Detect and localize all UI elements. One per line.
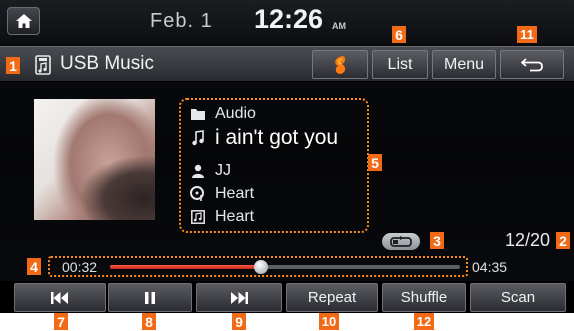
pause-icon — [145, 291, 155, 304]
elapsed-time: 00:32 — [62, 259, 98, 275]
total-time: 04:35 — [472, 259, 508, 275]
title-bar: USB Music List Menu — [0, 46, 574, 82]
progress-area: 00:32 — [48, 256, 468, 277]
next-track-button[interactable] — [196, 283, 282, 312]
progress-fill — [110, 265, 261, 269]
callout-12: 12 — [414, 313, 434, 330]
menu-button[interactable]: Menu — [432, 50, 496, 79]
repeat-button[interactable]: Repeat — [286, 283, 378, 312]
callout-9: 9 — [232, 313, 246, 330]
callout-8: 8 — [142, 313, 156, 330]
previous-track-button[interactable] — [14, 283, 106, 312]
back-button[interactable] — [500, 50, 564, 79]
list-button[interactable]: List — [372, 50, 428, 79]
usb-music-icon — [35, 55, 51, 75]
head-unit-screen: Feb. 1 12:26 AM USB Music List Menu Audi… — [0, 0, 574, 313]
clock-ampm: AM — [332, 21, 346, 31]
shuffle-button[interactable]: Shuffle — [382, 283, 466, 312]
title-row: i ain't got you — [189, 126, 338, 150]
status-bar: Feb. 1 12:26 AM — [0, 0, 574, 44]
folder-name: Audio — [215, 105, 256, 122]
album-row: Heart — [189, 185, 254, 203]
skip-next-icon — [231, 291, 248, 304]
folder-row: Audio — [189, 105, 256, 123]
callout-3: 3 — [430, 232, 444, 249]
back-arrow-icon — [521, 57, 543, 71]
progress-bar[interactable] — [110, 260, 460, 274]
date-text: Feb. 1 — [150, 10, 213, 32]
genre-name: Heart — [215, 208, 255, 225]
callout-11: 11 — [517, 26, 537, 43]
album-art — [34, 99, 155, 220]
home-button[interactable] — [7, 7, 40, 35]
track-info-panel: Audio i ain't got you JJ Heart Heart — [179, 98, 369, 233]
album-icon — [189, 185, 207, 203]
pause-button[interactable] — [108, 283, 192, 312]
skip-previous-icon — [51, 291, 68, 304]
genre-row: Heart — [189, 208, 254, 226]
callout-1: 1 — [6, 57, 20, 74]
artist-icon — [189, 162, 207, 180]
playback-controls: Repeat Shuffle Scan — [0, 281, 574, 313]
music-note-icon — [189, 129, 207, 147]
track-counter: 12/20 — [505, 230, 551, 250]
scan-button[interactable]: Scan — [470, 283, 566, 312]
sound-effect-button[interactable] — [312, 50, 368, 79]
song-title: i ain't got you — [215, 126, 339, 149]
callout-4: 4 — [27, 258, 41, 275]
sound-effect-icon — [335, 55, 346, 74]
callout-10: 10 — [319, 313, 339, 330]
progress-knob[interactable] — [253, 260, 268, 274]
repeat-mode-icon — [390, 235, 412, 247]
genre-icon — [189, 208, 207, 226]
callout-2: 2 — [556, 232, 570, 249]
clock-time: 12:26 — [254, 4, 324, 34]
folder-icon — [189, 105, 207, 123]
play-mode-indicator — [382, 233, 420, 250]
artist-name: JJ — [215, 162, 231, 179]
artist-row: JJ — [189, 162, 231, 180]
callout-7: 7 — [54, 313, 68, 330]
source-title: USB Music — [60, 53, 154, 74]
callout-6: 6 — [392, 26, 406, 43]
callout-5: 5 — [368, 154, 382, 171]
album-name: Heart — [215, 185, 255, 202]
home-icon — [15, 14, 32, 28]
